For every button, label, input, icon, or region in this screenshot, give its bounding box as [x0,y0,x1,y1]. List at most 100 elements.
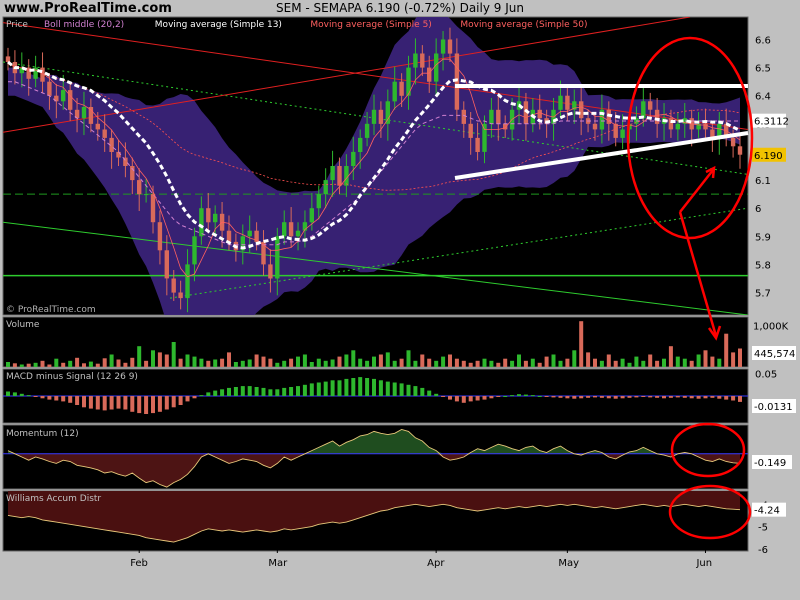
candle-body [143,194,149,196]
williams-tick-label: -6 [758,545,768,556]
candle-body [675,123,680,130]
candle-body [268,264,273,279]
volume-bar [157,352,162,367]
last-price-label: 6.190 [754,151,783,162]
macd-bar [648,396,653,398]
macd-bar [82,396,86,408]
candle-body [137,180,142,195]
candle-body [420,53,425,68]
macd-bar [606,396,611,399]
macd-bar [385,381,390,396]
candle-body [316,194,321,209]
macd-bar [634,396,639,398]
macd-bar [151,396,155,414]
macd-bar [668,396,673,398]
macd-bar [517,394,521,396]
macd-bar [551,396,556,398]
volume-bar [675,356,680,367]
volume-bar [75,357,80,367]
macd-bar [164,396,169,410]
candle-body [47,81,52,96]
macd-bar [6,391,10,396]
volume-bar [227,352,231,367]
macd-bar [565,396,570,399]
macd-bar [710,396,715,398]
macd-bar [330,380,335,397]
volume-bar [434,360,439,368]
macd-bar [544,396,549,397]
candle-body [565,95,570,110]
candle-body [392,81,397,102]
volume-bar [517,354,521,367]
price-tick-label: 6.6 [755,35,771,46]
volume-bar [413,360,418,368]
chart-title: SEM - SEMAPA 6.190 (-0.72%) Daily 9 Jun [276,1,524,15]
macd-bar [572,396,577,399]
candle-body [206,208,211,223]
candle-body [288,222,294,237]
volume-bar [220,358,225,367]
williams-tick-label: -5 [758,523,768,534]
macd-bar [475,396,480,401]
candle-body [68,90,73,110]
macd-bar [33,396,38,397]
candle-body [558,95,563,110]
macd-bar [178,396,183,405]
volume-bar [88,361,93,367]
macd-bar [351,378,356,396]
macd-bar [275,389,280,397]
price-legend-item: Moving average (Simple 13) [155,20,282,30]
macd-bar [289,387,294,396]
candle-body [351,151,356,166]
macd-bar [213,390,218,396]
volume-bar [6,362,10,367]
volume-bar [385,352,390,367]
volume-bar [558,360,563,368]
candle-body [150,194,156,223]
macd-bar [344,378,349,396]
candle-body [447,39,453,54]
price-legend-item: Price [6,20,28,30]
macd-bar [337,380,342,397]
price-legend-item: Moving average (Simple 5) [310,20,431,30]
volume-bar [689,360,694,368]
macd-bar [40,396,45,399]
watermark: © ProRealTime.com [6,305,96,315]
volume-bar [738,348,742,367]
candle-body [171,278,176,293]
candle-body [613,123,618,138]
volume-bar [296,356,300,367]
candle-body [337,166,342,186]
macd-bar [434,393,439,397]
volume-bar [261,356,266,367]
candle-body [579,101,584,119]
volume-bar [392,360,397,368]
macd-bar [503,396,508,397]
chart-canvas: 6.66.56.46.36.26.165.95.85.76.31126.190F… [2,16,796,569]
volume-bar [648,354,653,367]
macd-bar [599,396,604,398]
price-tick-label: 6 [755,204,761,215]
volume-bar [61,362,66,367]
volume-bar [151,350,155,367]
williams-legend: Williams Accum Distr [6,494,101,504]
volume-bar [26,363,31,367]
macd-bar [724,396,729,400]
volume-bar [461,360,466,368]
macd-bar [441,396,446,397]
candle-body [730,137,736,147]
volume-bar [102,358,107,368]
volume-bar [302,354,307,367]
macd-bar [206,392,211,396]
volume-bar [503,358,508,367]
volume-bar [475,360,480,368]
volume-bar [275,362,280,367]
volume-bar [330,359,335,367]
volume-bar [33,362,38,367]
candle-body [364,123,370,138]
macd-tick-label: 0.05 [755,370,777,381]
volume-bar [544,356,549,367]
macd-bar [689,396,694,399]
price-legend-item: Boll middle (20,2) [44,20,124,30]
candle-body [330,166,335,181]
